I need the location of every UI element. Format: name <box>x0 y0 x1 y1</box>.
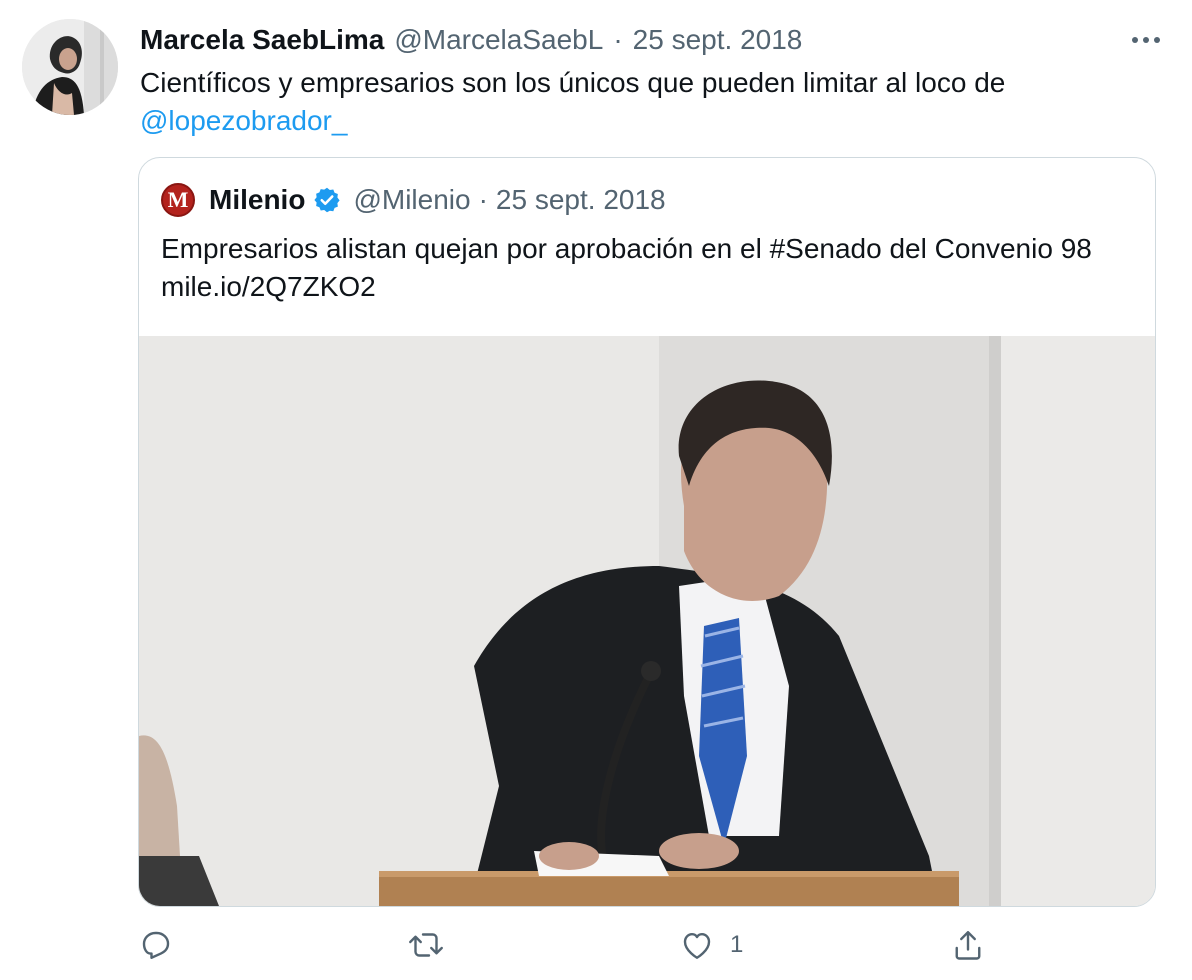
mention-link[interactable]: @lopezobrador_ <box>140 102 1160 140</box>
quoted-tweet-text: Empresarios alistan quejan por aprobació… <box>161 233 1092 302</box>
tweet-actions-bar: 1 <box>138 922 1178 968</box>
author-name[interactable]: Marcela SaebLima <box>140 24 384 56</box>
author-handle[interactable]: @MarcelaSaebL <box>394 24 603 56</box>
quoted-timestamp[interactable]: 25 sept. 2018 <box>496 184 666 216</box>
verified-badge-icon <box>313 186 341 214</box>
tweet-header: Marcela SaebLima @MarcelaSaebL · 25 sept… <box>140 22 802 58</box>
like-count: 1 <box>730 931 744 958</box>
separator-dot: · <box>613 24 623 55</box>
quoted-separator-dot: · <box>478 184 488 215</box>
tweet-text: Científicos y empresarios son los únicos… <box>140 64 1160 140</box>
heart-icon <box>683 933 711 959</box>
quoted-tweet-header: M Milenio @Milenio · 25 sept. 2018 <box>161 180 666 220</box>
quoted-tweet-card[interactable]: M Milenio @Milenio · 25 sept. 2018 Empre… <box>138 157 1156 907</box>
tweet-timestamp[interactable]: 25 sept. 2018 <box>633 24 803 56</box>
tweet-body: Científicos y empresarios son los únicos… <box>140 67 1006 98</box>
more-icon <box>1132 37 1160 43</box>
retweet-button[interactable] <box>406 922 460 968</box>
reply-icon <box>142 931 170 959</box>
share-icon <box>955 931 981 960</box>
quoted-author-handle[interactable]: @Milenio <box>353 184 470 216</box>
like-button[interactable]: 1 <box>678 922 743 968</box>
author-avatar[interactable] <box>22 19 118 115</box>
milenio-logo-letter: M <box>167 187 189 212</box>
speaker-photo <box>139 336 1155 906</box>
share-button[interactable] <box>950 922 1000 968</box>
author-avatar-photo <box>22 19 118 115</box>
more-options-button[interactable] <box>1126 22 1166 58</box>
milenio-logo-avatar[interactable]: M <box>161 183 195 217</box>
retweet-icon <box>409 933 443 957</box>
quoted-author-name[interactable]: Milenio <box>209 184 305 216</box>
reply-button[interactable] <box>138 922 188 968</box>
quoted-tweet-image[interactable] <box>139 336 1155 906</box>
